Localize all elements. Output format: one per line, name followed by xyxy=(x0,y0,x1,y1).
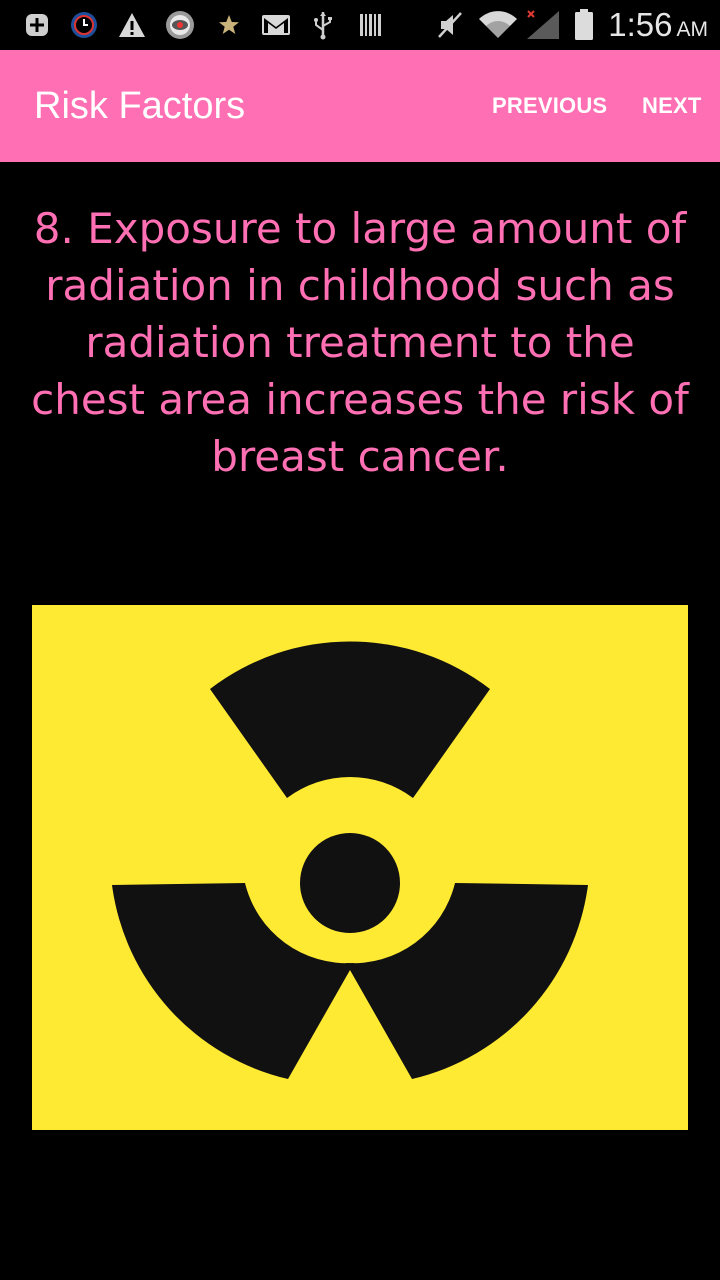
status-bar: 1:56 AM xyxy=(0,0,720,50)
plus-box-icon xyxy=(22,9,52,41)
barcode-icon xyxy=(356,9,386,41)
page-title: Risk Factors xyxy=(34,85,246,127)
star-icon xyxy=(214,9,244,41)
wifi-icon xyxy=(476,9,520,41)
clock-ampm: AM xyxy=(676,18,709,41)
risk-factor-image xyxy=(32,605,688,1130)
warning-icon xyxy=(116,9,148,41)
mute-icon xyxy=(434,9,466,41)
previous-button[interactable]: PREVIOUS xyxy=(492,50,607,162)
status-clock: 1:56 AM xyxy=(608,4,708,46)
next-button[interactable]: NEXT xyxy=(642,50,701,162)
usb-icon xyxy=(308,9,338,41)
clock-app-icon xyxy=(68,9,100,41)
clock-time: 1:56 xyxy=(608,6,673,43)
gmail-icon xyxy=(260,9,292,41)
signal-icon xyxy=(524,9,564,41)
risk-factor-text: 8. Exposure to large amount of radiation… xyxy=(31,204,689,481)
app-bar: Risk Factors PREVIOUS NEXT xyxy=(0,50,720,162)
radiation-hazard-icon xyxy=(112,641,588,1079)
eye-app-icon xyxy=(163,9,197,41)
battery-icon xyxy=(572,9,596,41)
